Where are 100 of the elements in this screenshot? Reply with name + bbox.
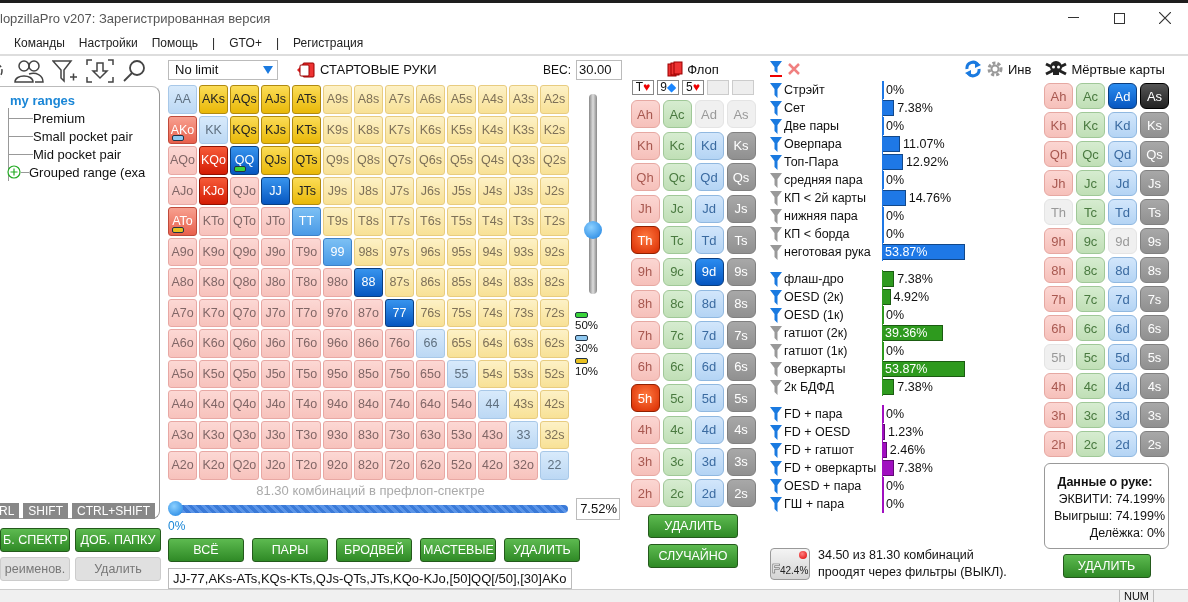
hand-cell[interactable]: AKs bbox=[199, 85, 228, 114]
hand-cell[interactable]: Q7o bbox=[230, 298, 259, 328]
minimize-icon[interactable] bbox=[1067, 17, 1079, 19]
hand-cell[interactable]: T9s bbox=[323, 207, 352, 236]
hand-cell[interactable]: T7o bbox=[292, 298, 321, 328]
card-button[interactable]: Th bbox=[630, 226, 660, 255]
card-button[interactable]: Tc bbox=[662, 226, 692, 255]
card-button[interactable]: Kd bbox=[694, 131, 724, 160]
hand-cell[interactable]: 95s bbox=[447, 237, 476, 267]
hand-cell[interactable]: KTo bbox=[199, 207, 228, 236]
card-button[interactable]: Tc bbox=[1076, 199, 1105, 225]
range-button[interactable]: ПАРЫ bbox=[252, 537, 328, 562]
hand-cell[interactable]: 96s bbox=[416, 237, 445, 267]
hand-cell[interactable]: 52o bbox=[447, 451, 476, 480]
hand-cell[interactable]: 83o bbox=[354, 420, 383, 450]
card-button[interactable]: 3h bbox=[630, 447, 660, 476]
hand-cell[interactable]: T8s bbox=[354, 207, 383, 236]
filter-icon[interactable] bbox=[770, 325, 782, 341]
card-button[interactable]: Kc bbox=[1076, 112, 1105, 138]
hand-cell[interactable]: K7s bbox=[385, 115, 414, 145]
card-button[interactable]: 7c bbox=[1076, 286, 1105, 312]
hand-cell[interactable]: 82s bbox=[540, 268, 569, 297]
hand-cell[interactable]: JTo bbox=[261, 207, 290, 236]
card-button[interactable]: 8h bbox=[1044, 257, 1073, 283]
card-button[interactable]: 4s bbox=[726, 415, 756, 444]
hand-cell[interactable]: AQo bbox=[168, 146, 197, 175]
card-button[interactable]: 4h bbox=[1044, 373, 1073, 399]
card-button[interactable]: Qd bbox=[694, 163, 724, 192]
card-button[interactable]: 3d bbox=[1108, 402, 1137, 428]
hand-cell[interactable]: J3s bbox=[509, 176, 538, 206]
filter-icon[interactable] bbox=[770, 442, 782, 458]
filter-icon[interactable] bbox=[770, 136, 782, 152]
hand-cell[interactable]: 99 bbox=[323, 237, 352, 267]
board-card-slot[interactable]: 9◆ bbox=[657, 80, 679, 95]
card-button[interactable]: 8h bbox=[630, 289, 660, 318]
hand-cell[interactable]: J9o bbox=[261, 237, 290, 267]
hand-cell[interactable]: T2o bbox=[292, 451, 321, 480]
hand-cell[interactable]: 93s bbox=[509, 237, 538, 267]
hand-cell[interactable]: A4s bbox=[478, 85, 507, 114]
hand-cell[interactable]: A3o bbox=[168, 420, 197, 450]
card-button[interactable]: Td bbox=[1108, 199, 1137, 225]
refresh-icon[interactable] bbox=[964, 60, 982, 78]
hand-cell[interactable]: 75o bbox=[385, 359, 414, 389]
filter-icon[interactable] bbox=[770, 289, 782, 305]
hand-cell[interactable]: T6o bbox=[292, 329, 321, 358]
card-button[interactable]: 8s bbox=[1140, 257, 1169, 283]
menu-item[interactable]: Помощь bbox=[151, 36, 199, 54]
hand-cell[interactable]: 86o bbox=[354, 329, 383, 358]
card-button[interactable]: Jh bbox=[1044, 170, 1073, 196]
hand-cell[interactable]: A8o bbox=[168, 268, 197, 297]
card-button[interactable]: 5c bbox=[662, 384, 692, 413]
modifier-tab[interactable]: SHIFT bbox=[23, 503, 68, 519]
hand-cell[interactable]: Q5s bbox=[447, 146, 476, 175]
card-button[interactable]: Ah bbox=[1044, 83, 1073, 109]
card-button[interactable]: 2d bbox=[1108, 431, 1137, 457]
filter-icon[interactable] bbox=[770, 226, 782, 242]
hand-cell[interactable]: A6s bbox=[416, 85, 445, 114]
hand-cell[interactable]: 72o bbox=[385, 451, 414, 480]
hand-cell[interactable]: J2s bbox=[540, 176, 569, 206]
hand-cell[interactable]: 22 bbox=[540, 451, 569, 480]
hand-cell[interactable]: 93o bbox=[323, 420, 352, 450]
hand-cell[interactable]: T4o bbox=[292, 390, 321, 419]
hand-cell[interactable]: QTs bbox=[292, 146, 321, 175]
hand-cell[interactable]: AKo bbox=[168, 115, 197, 145]
hand-cell[interactable]: AQs bbox=[230, 85, 259, 114]
hand-cell[interactable]: Q4o bbox=[230, 390, 259, 419]
hand-cell[interactable]: 42s bbox=[540, 390, 569, 419]
hand-cell[interactable]: Q5o bbox=[230, 359, 259, 389]
hand-cell[interactable]: 32s bbox=[540, 420, 569, 450]
card-button[interactable]: Td bbox=[694, 226, 724, 255]
hand-cell[interactable]: 55 bbox=[447, 359, 476, 389]
hand-cell[interactable]: K8o bbox=[199, 268, 228, 297]
tree-item[interactable]: Grouped range (exa bbox=[29, 164, 146, 180]
card-button[interactable]: 6c bbox=[662, 352, 692, 381]
hand-cell[interactable]: 85s bbox=[447, 268, 476, 297]
card-button[interactable]: Ac bbox=[662, 100, 692, 128]
card-button[interactable]: Jd bbox=[694, 194, 724, 223]
hand-cell[interactable]: QJo bbox=[230, 176, 259, 206]
card-button[interactable]: 4h bbox=[630, 415, 660, 444]
hand-cell[interactable]: A5o bbox=[168, 359, 197, 389]
filter-icon[interactable] bbox=[770, 61, 782, 77]
card-button[interactable]: 8d bbox=[1108, 257, 1137, 283]
hand-cell[interactable]: 64s bbox=[478, 329, 507, 358]
hand-cell[interactable]: 86s bbox=[416, 268, 445, 297]
hand-cell[interactable]: 83s bbox=[509, 268, 538, 297]
hand-cell[interactable]: 32o bbox=[509, 451, 538, 480]
card-button[interactable]: 7c bbox=[662, 321, 692, 350]
card-button[interactable]: 6s bbox=[726, 352, 756, 381]
hand-cell[interactable]: 74o bbox=[385, 390, 414, 419]
hand-cell[interactable]: T7s bbox=[385, 207, 414, 236]
hand-cell[interactable]: J7o bbox=[261, 298, 290, 328]
panel-button[interactable]: ДОБ. ПАПКУ bbox=[75, 528, 161, 552]
hand-cell[interactable]: K9s bbox=[323, 115, 352, 145]
hand-cell[interactable]: K4o bbox=[199, 390, 228, 419]
card-button[interactable]: 5s bbox=[1140, 344, 1169, 370]
hand-cell[interactable]: 53s bbox=[509, 359, 538, 389]
hand-cell[interactable]: 54s bbox=[478, 359, 507, 389]
hand-cell[interactable]: 94o bbox=[323, 390, 352, 419]
users-icon[interactable] bbox=[14, 59, 44, 83]
flop-button[interactable]: СЛУЧАЙНО bbox=[648, 544, 738, 569]
